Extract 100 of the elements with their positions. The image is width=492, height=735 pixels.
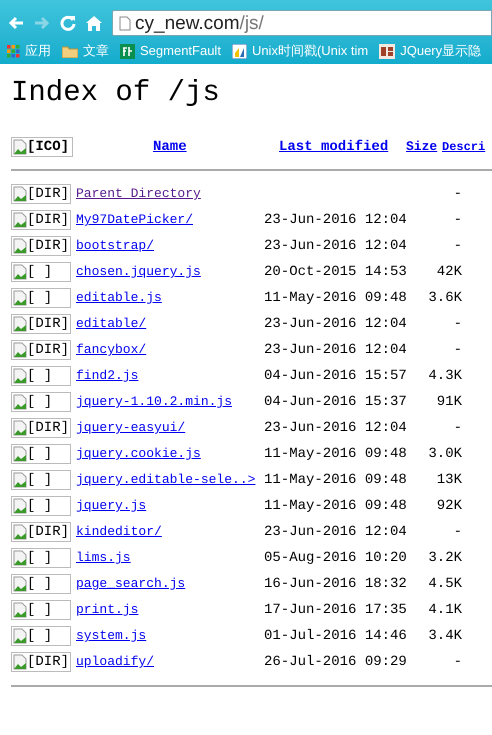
file-size: -: [454, 314, 462, 334]
broken-image-icon: [13, 654, 27, 670]
file-type-image: [ ]: [11, 548, 71, 568]
modified-date: 04-Jun-2016 15:57: [264, 368, 407, 384]
file-link[interactable]: editable.js: [76, 288, 264, 308]
broken-image-icon: [13, 602, 27, 618]
file-link[interactable]: jquery.editable-sele..>: [76, 470, 264, 490]
modified-date: 23-Jun-2016 12:04: [264, 342, 407, 358]
broken-image-icon: [13, 420, 27, 436]
broken-image-icon: [13, 524, 27, 540]
broken-image-icon: [13, 186, 27, 202]
file-type-image: [ ]: [11, 470, 71, 490]
file-size: 3.0K: [428, 444, 462, 464]
file-type-image: [ ]: [11, 288, 71, 308]
folder-icon: [62, 44, 78, 58]
broken-image-icon: [13, 264, 27, 280]
modified-date: 23-Jun-2016 12:04: [264, 524, 407, 540]
file-link[interactable]: editable/: [76, 314, 264, 334]
reload-icon[interactable]: [60, 15, 76, 31]
apps-grid-icon: [7, 44, 20, 58]
broken-image-icon: [13, 628, 27, 644]
file-size: 3.2K: [428, 548, 462, 568]
broken-image-icon: [13, 368, 27, 384]
modified-column-header[interactable]: Last modified: [279, 136, 406, 158]
file-type-image: [DIR]: [11, 210, 71, 230]
file-type-image: [DIR]: [11, 522, 71, 542]
description-column-header[interactable]: Descri: [442, 138, 486, 156]
broken-image-icon: [13, 576, 27, 592]
file-type-image: [ ]: [11, 392, 71, 412]
file-link[interactable]: jquery.cookie.js: [76, 444, 264, 464]
broken-image-icon: [13, 498, 27, 514]
modified-date: 23-Jun-2016 12:04: [264, 420, 407, 436]
modified-date: 16-Jun-2016 18:32: [264, 576, 407, 592]
modified-date: 20-Oct-2015 14:53: [264, 264, 407, 280]
column-icon-header: [ICO]: [11, 137, 73, 157]
modified-date: 17-Jun-2016 17:35: [264, 602, 407, 618]
broken-image-icon: [13, 550, 27, 566]
file-link[interactable]: print.js: [76, 600, 264, 620]
file-link[interactable]: find2.js: [76, 366, 264, 386]
broken-image-icon: [13, 342, 27, 358]
file-type-image: [DIR]: [11, 314, 71, 334]
file-type-image: [ ]: [11, 366, 71, 386]
file-link[interactable]: lims.js: [76, 548, 264, 568]
url-text: cy_new.com/js/: [135, 14, 264, 32]
modified-date: 05-Aug-2016 10:20: [264, 550, 407, 566]
file-link[interactable]: Parent Directory: [76, 184, 264, 204]
file-link[interactable]: kindeditor/: [76, 522, 264, 542]
modified-date: 04-Jun-2016 15:37: [264, 394, 407, 410]
file-type-image: [ ]: [11, 574, 71, 594]
favicon-icon: [379, 44, 396, 58]
broken-image-icon: [13, 212, 27, 228]
modified-date: 11-May-2016 09:48: [264, 498, 407, 514]
modified-date: 23-Jun-2016 12:04: [264, 212, 407, 228]
size-column-header[interactable]: Size: [406, 137, 442, 157]
broken-image-icon: [13, 139, 27, 155]
modified-date: 11-May-2016 09:48: [264, 290, 407, 306]
file-link[interactable]: page_search.js: [76, 574, 264, 594]
file-size: -: [454, 236, 462, 256]
file-size: 91K: [436, 392, 462, 412]
file-type-image: [DIR]: [11, 652, 71, 672]
modified-date: 23-Jun-2016 12:04: [264, 238, 407, 254]
page-icon: [119, 16, 131, 30]
broken-image-icon: [13, 472, 27, 488]
broken-image-icon: [13, 290, 27, 306]
file-link[interactable]: bootstrap/: [76, 236, 264, 256]
modified-date: 23-Jun-2016 12:04: [264, 316, 407, 332]
file-size: 4.1K: [428, 600, 462, 620]
file-type-image: [DIR]: [11, 184, 71, 204]
file-link[interactable]: My97DatePicker/: [76, 210, 264, 230]
file-size: 4.3K: [428, 366, 462, 386]
file-size: 3.4K: [428, 626, 462, 646]
file-link[interactable]: jquery.js: [76, 496, 264, 516]
file-type-image: [DIR]: [11, 340, 71, 360]
name-column-header[interactable]: Name: [153, 136, 279, 158]
broken-image-icon: [13, 394, 27, 410]
file-type-image: [DIR]: [11, 236, 71, 256]
file-size: 42K: [436, 262, 462, 282]
file-link[interactable]: jquery-1.10.2.min.js: [76, 392, 264, 412]
file-type-image: [ ]: [11, 262, 71, 282]
file-type-image: [ ]: [11, 600, 71, 620]
broken-image-icon: [13, 316, 27, 332]
modified-date: 11-May-2016 09:48: [264, 446, 407, 462]
forward-icon[interactable]: [34, 16, 50, 30]
file-type-image: [DIR]: [11, 418, 71, 438]
favicon-icon: [232, 44, 247, 58]
file-size: 3.6K: [428, 288, 462, 308]
address-bar[interactable]: cy_new.com/js/: [112, 10, 492, 36]
modified-date: 01-Jul-2016 14:46: [264, 628, 407, 644]
broken-image-icon: [13, 446, 27, 462]
page-title: Index of /js: [11, 75, 221, 111]
file-link[interactable]: system.js: [76, 626, 264, 646]
back-icon[interactable]: [8, 16, 24, 30]
home-icon[interactable]: [86, 16, 102, 30]
file-link[interactable]: jquery-easyui/: [76, 418, 264, 438]
file-link[interactable]: fancybox/: [76, 340, 264, 360]
file-link[interactable]: uploadify/: [76, 652, 264, 672]
file-size: -: [454, 652, 462, 672]
file-size: 4.5K: [428, 574, 462, 594]
file-type-image: [ ]: [11, 626, 71, 646]
file-link[interactable]: chosen.jquery.js: [76, 262, 264, 282]
